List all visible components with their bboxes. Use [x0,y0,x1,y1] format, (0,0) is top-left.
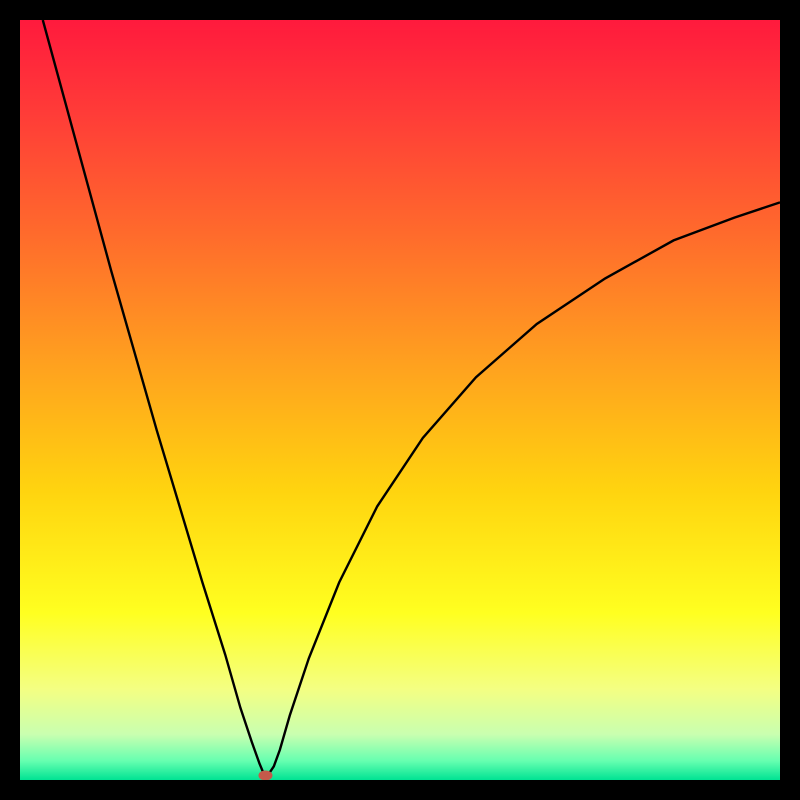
chart-frame: TheBottleneck.com [20,20,780,780]
optimal-marker [258,770,272,780]
bottleneck-chart [20,20,780,780]
chart-background [20,20,780,780]
